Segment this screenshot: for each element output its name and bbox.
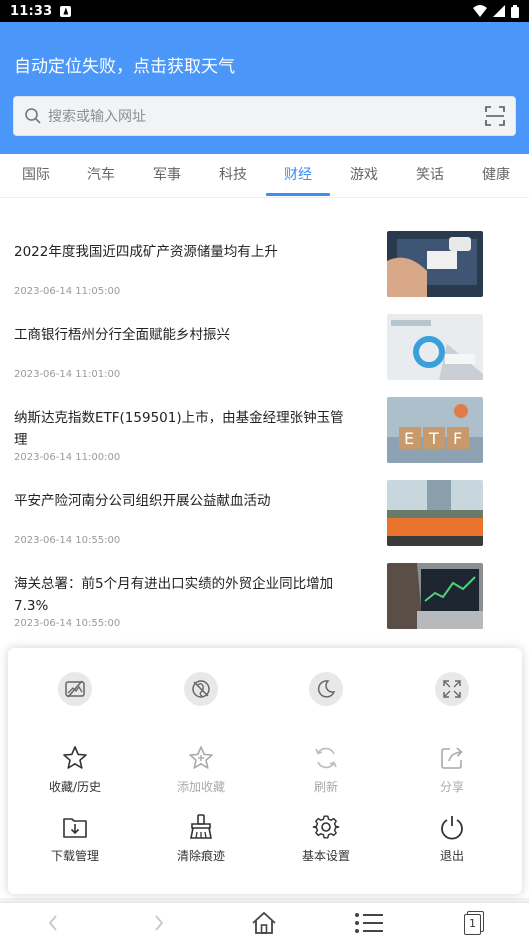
tab-health[interactable]: 健康 xyxy=(466,154,526,198)
bottom-nav: 1 xyxy=(0,902,529,942)
svg-text:F: F xyxy=(453,429,462,448)
news-thumbnail xyxy=(387,563,483,629)
add-favorite-button[interactable]: 添加收藏 xyxy=(151,744,251,795)
news-title: 平安产险河南分公司组织开展公益献血活动 xyxy=(14,493,271,509)
search-input[interactable]: 搜索或输入网址 xyxy=(48,106,146,126)
search-icon xyxy=(25,108,41,124)
menu-label: 分享 xyxy=(439,780,464,794)
wifi-icon xyxy=(473,5,487,17)
tab-count: 1 xyxy=(464,914,481,935)
no-trace-icon[interactable] xyxy=(184,672,218,706)
news-time: 2023-06-14 10:55:00 xyxy=(14,535,121,546)
notification-icon xyxy=(60,5,72,17)
list-item[interactable]: 海关总署：前5个月有进出口实绩的外贸企业同比增加7.3% 2023-06-14 … xyxy=(0,563,529,646)
star-icon xyxy=(63,746,87,769)
fullscreen-icon[interactable] xyxy=(435,672,469,706)
svg-text:T: T xyxy=(428,429,439,448)
menu-list-icon xyxy=(355,913,383,933)
tab-auto[interactable]: 汽车 xyxy=(71,154,131,198)
menu-label: 基本设置 xyxy=(301,849,350,863)
broom-icon xyxy=(190,814,212,839)
chevron-right-icon xyxy=(155,915,164,931)
news-thumbnail xyxy=(387,480,483,546)
menu-label: 添加收藏 xyxy=(176,780,225,794)
favorites-history-button[interactable]: 收藏/历史 xyxy=(25,744,125,795)
no-image-icon[interactable] xyxy=(58,672,92,706)
refresh-icon xyxy=(315,747,337,769)
tabs-icon: 1 xyxy=(464,911,484,935)
share-icon xyxy=(441,747,463,769)
news-title: 海关总署：前5个月有进出口实绩的外贸企业同比增加7.3% xyxy=(14,576,334,614)
tab-finance[interactable]: 财经 xyxy=(266,154,330,198)
svg-text:E: E xyxy=(404,429,414,448)
tab-tech[interactable]: 科技 xyxy=(203,154,263,198)
menu-label: 退出 xyxy=(439,849,464,863)
menu-label: 下载管理 xyxy=(50,849,99,863)
category-tabs: 国际 汽车 军事 科技 财经 游戏 笑话 健康 xyxy=(0,154,529,198)
status-bar: 11:33 xyxy=(0,0,529,22)
news-time: 2023-06-14 11:00:00 xyxy=(14,452,121,463)
news-thumbnail: ETF xyxy=(387,397,483,463)
news-title: 2022年度我国近四成矿产资源储量均有上升 xyxy=(14,244,278,260)
list-item[interactable]: 平安产险河南分公司组织开展公益献血活动 2023-06-14 10:55:00 xyxy=(0,480,529,563)
back-button[interactable] xyxy=(33,909,73,937)
tab-military[interactable]: 军事 xyxy=(137,154,197,198)
menu-label: 收藏/历史 xyxy=(48,780,102,794)
tabs-button[interactable]: 1 xyxy=(454,909,494,937)
news-thumbnail xyxy=(387,314,483,380)
download-manager-button[interactable]: 下载管理 xyxy=(25,813,125,864)
forward-button[interactable] xyxy=(139,909,179,937)
news-thumbnail xyxy=(387,231,483,297)
night-mode-icon[interactable] xyxy=(309,672,343,706)
scan-icon[interactable] xyxy=(485,106,505,126)
news-time: 2023-06-14 11:05:00 xyxy=(14,286,121,297)
download-folder-icon xyxy=(63,818,87,838)
exit-button[interactable]: 退出 xyxy=(402,813,502,864)
refresh-button[interactable]: 刷新 xyxy=(276,744,376,795)
search-bar[interactable]: 搜索或输入网址 xyxy=(13,96,516,136)
news-title: 纳斯达克指数ETF(159501)上市，由基金经理张钟玉管理 xyxy=(14,410,344,448)
chevron-left-icon xyxy=(48,915,57,931)
header: 自动定位失败，点击获取天气 搜索或输入网址 xyxy=(0,22,529,154)
tab-jokes[interactable]: 笑话 xyxy=(400,154,460,198)
browser-menu: 收藏/历史 添加收藏 刷新 分享 下载管理 清除痕迹 基本设置 退出 xyxy=(8,648,522,894)
home-icon xyxy=(252,911,276,934)
gear-icon xyxy=(312,815,340,839)
list-item[interactable]: 纳斯达克指数ETF(159501)上市，由基金经理张钟玉管理 2023-06-1… xyxy=(0,397,529,480)
menu-label: 刷新 xyxy=(313,780,338,794)
menu-label: 清除痕迹 xyxy=(176,849,225,863)
basic-settings-button[interactable]: 基本设置 xyxy=(276,813,376,864)
weather-prompt[interactable]: 自动定位失败，点击获取天气 xyxy=(14,52,235,77)
menu-button[interactable] xyxy=(349,909,389,937)
tab-international[interactable]: 国际 xyxy=(6,154,66,198)
clock: 11:33 xyxy=(10,3,53,19)
list-item[interactable]: 工商银行梧州分行全面赋能乡村振兴 2023-06-14 11:01:00 xyxy=(0,314,529,397)
news-time: 2023-06-14 10:55:00 xyxy=(14,618,121,629)
power-icon xyxy=(441,816,463,840)
tab-games[interactable]: 游戏 xyxy=(334,154,394,198)
share-button[interactable]: 分享 xyxy=(402,744,502,795)
clear-traces-button[interactable]: 清除痕迹 xyxy=(151,813,251,864)
list-item[interactable]: 2022年度我国近四成矿产资源储量均有上升 2023-06-14 11:05:0… xyxy=(0,231,529,314)
star-plus-icon xyxy=(189,746,213,769)
battery-icon xyxy=(511,4,519,18)
signal-icon xyxy=(493,5,505,17)
news-title: 工商银行梧州分行全面赋能乡村振兴 xyxy=(14,327,230,343)
news-time: 2023-06-14 11:01:00 xyxy=(14,369,121,380)
home-button[interactable] xyxy=(244,909,284,937)
